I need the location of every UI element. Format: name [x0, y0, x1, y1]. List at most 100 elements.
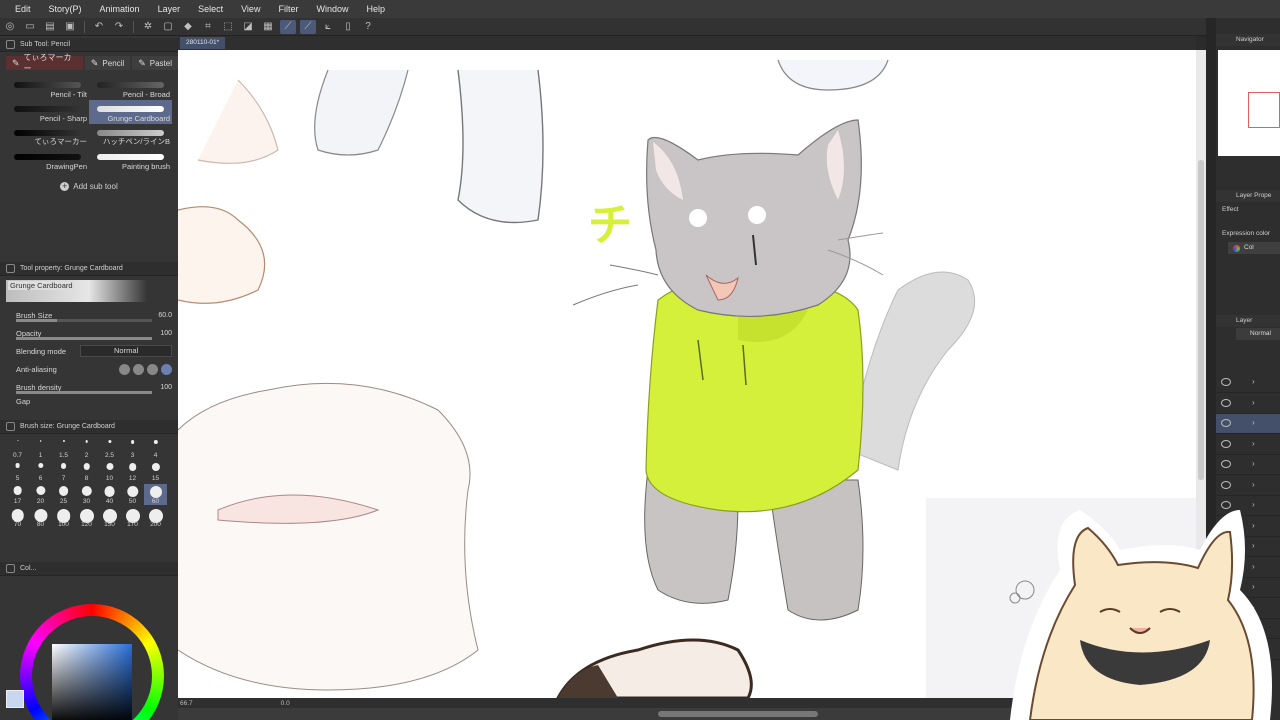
brush-size-option[interactable]: 5: [6, 461, 29, 482]
layer-row[interactable]: ›: [1216, 414, 1280, 434]
brush-size-option[interactable]: 0.7: [6, 438, 29, 459]
snap-ruler-icon[interactable]: ⟋: [280, 19, 296, 34]
brush-size-property[interactable]: Brush Size 60.0: [0, 306, 178, 324]
menu-item-filter[interactable]: Filter: [269, 4, 307, 14]
brush-item[interactable]: Grunge Cardboard: [89, 100, 172, 124]
brush-size-option[interactable]: 25: [52, 484, 75, 505]
brush-item[interactable]: ハッチペン/ラインB: [89, 124, 172, 148]
menu-item-select[interactable]: Select: [189, 4, 232, 14]
brush-size-option[interactable]: 15: [144, 461, 167, 482]
brush-size-option[interactable]: 7: [52, 461, 75, 482]
brush-item[interactable]: てぃろマーカー: [6, 124, 89, 148]
brush-size-slider[interactable]: [16, 319, 152, 322]
main-color-swatch[interactable]: [6, 690, 24, 708]
menu-item-animation[interactable]: Animation: [91, 4, 149, 14]
help-icon[interactable]: ?: [360, 20, 376, 34]
reference-icon[interactable]: ▯: [340, 20, 356, 34]
brush-size-option[interactable]: 120: [75, 507, 98, 528]
layer-blend-select[interactable]: Normal: [1236, 328, 1280, 340]
menu-item-layer[interactable]: Layer: [149, 4, 190, 14]
menu-item-window[interactable]: Window: [307, 4, 357, 14]
blending-mode-select[interactable]: Normal: [80, 345, 172, 357]
open-file-icon[interactable]: ▤: [42, 20, 58, 34]
brush-density-slider[interactable]: [16, 391, 152, 394]
anti-aliasing-property[interactable]: Anti-aliasing: [0, 360, 178, 378]
new-file-icon[interactable]: ▭: [22, 20, 38, 34]
eye-icon[interactable]: [1221, 378, 1231, 386]
anti-aliasing-options[interactable]: [119, 363, 172, 375]
loading-icon[interactable]: ✲: [140, 20, 156, 34]
redo-icon[interactable]: ↷: [111, 20, 127, 34]
chevron-right-icon[interactable]: ›: [1252, 439, 1255, 448]
brush-item[interactable]: DrawingPen: [6, 148, 89, 172]
brush-density-value[interactable]: 100: [160, 384, 172, 391]
snap-grid-icon[interactable]: ⟀: [320, 20, 336, 34]
app-icon[interactable]: ◎: [2, 20, 18, 34]
brush-size-option[interactable]: 4: [144, 438, 167, 459]
brush-size-option[interactable]: 80: [29, 507, 52, 528]
brush-size-option[interactable]: 40: [98, 484, 121, 505]
eye-icon[interactable]: [1221, 419, 1231, 427]
color-mode-button[interactable]: Col: [1228, 242, 1280, 254]
sub-tool-tab[interactable]: ✎ Pencil: [84, 56, 131, 70]
zoom-readout[interactable]: 66.7: [180, 700, 193, 707]
brush-item[interactable]: Pencil - Broad: [89, 76, 172, 100]
sub-tool-tab[interactable]: ✎ Pastel: [132, 56, 178, 70]
opacity-property[interactable]: Opacity 100: [0, 324, 178, 342]
layer-panel-header[interactable]: Layer: [1216, 315, 1280, 327]
brush-size-option[interactable]: 12: [121, 461, 144, 482]
chevron-right-icon[interactable]: ›: [1252, 459, 1255, 468]
eye-icon[interactable]: [1221, 439, 1231, 448]
view-frame[interactable]: [1248, 92, 1280, 128]
clear-icon[interactable]: ▢: [160, 20, 176, 34]
transform-icon[interactable]: ⌗: [200, 20, 216, 34]
brush-item[interactable]: Pencil - Tilt: [6, 76, 89, 100]
brush-size-value[interactable]: 60.0: [158, 312, 172, 319]
rotation-readout[interactable]: 0.0: [281, 700, 290, 707]
opacity-slider[interactable]: [16, 337, 152, 340]
brush-size-option[interactable]: 60: [144, 484, 167, 505]
undo-icon[interactable]: ↶: [91, 20, 107, 34]
chevron-right-icon[interactable]: ›: [1252, 418, 1255, 427]
eye-icon[interactable]: [1221, 398, 1231, 407]
brush-size-option[interactable]: 20: [29, 484, 52, 505]
brush-size-option[interactable]: 30: [75, 484, 98, 505]
add-sub-tool-button[interactable]: + Add sub tool: [0, 182, 178, 191]
menu-item-help[interactable]: Help: [357, 4, 394, 14]
invert-selection-icon[interactable]: ◪: [240, 20, 256, 34]
crop-icon[interactable]: ▦: [260, 20, 276, 34]
eye-icon[interactable]: [1221, 460, 1231, 468]
sub-tool-tab[interactable]: ✎ てぃろマーカー: [6, 53, 83, 73]
gap-property[interactable]: Gap: [0, 396, 178, 406]
canvas-tab[interactable]: 280110-01*: [180, 37, 226, 49]
menu-item-storyp[interactable]: Story(P): [40, 4, 91, 14]
menu-item-edit[interactable]: Edit: [6, 4, 40, 14]
blending-mode-property[interactable]: Blending mode Normal: [0, 342, 178, 360]
opacity-value[interactable]: 100: [160, 330, 172, 337]
layer-row[interactable]: ›: [1216, 435, 1280, 455]
navigator-preview[interactable]: [1218, 50, 1280, 156]
navigator-header[interactable]: Navigator: [1216, 34, 1280, 46]
layer-property-header[interactable]: Layer Prope: [1216, 190, 1280, 202]
brush-size-option[interactable]: 10: [98, 461, 121, 482]
brush-item[interactable]: Pencil - Sharp: [6, 100, 89, 124]
brush-density-property[interactable]: Brush density 100: [0, 378, 178, 396]
layer-row[interactable]: ›: [1216, 455, 1280, 475]
brush-size-option[interactable]: 2.5: [98, 438, 121, 459]
saturation-value-square[interactable]: [52, 644, 132, 720]
fill-icon[interactable]: ◆: [180, 20, 196, 34]
brush-size-option[interactable]: 200: [144, 507, 167, 528]
brush-size-option[interactable]: 6: [29, 461, 52, 482]
brush-size-option[interactable]: 70: [6, 507, 29, 528]
brush-size-option[interactable]: 1.5: [52, 438, 75, 459]
chevron-right-icon[interactable]: ›: [1252, 398, 1255, 407]
snap-special-ruler-icon[interactable]: ⟋: [300, 19, 316, 34]
chevron-right-icon[interactable]: ›: [1252, 377, 1255, 386]
menu-item-view[interactable]: View: [232, 4, 269, 14]
brush-item[interactable]: Painting brush: [89, 148, 172, 172]
eye-icon[interactable]: [1221, 480, 1231, 489]
brush-size-option[interactable]: 150: [98, 507, 121, 528]
brush-size-option[interactable]: 50: [121, 484, 144, 505]
brush-size-option[interactable]: 100: [52, 507, 75, 528]
save-icon[interactable]: ▣: [62, 20, 78, 34]
